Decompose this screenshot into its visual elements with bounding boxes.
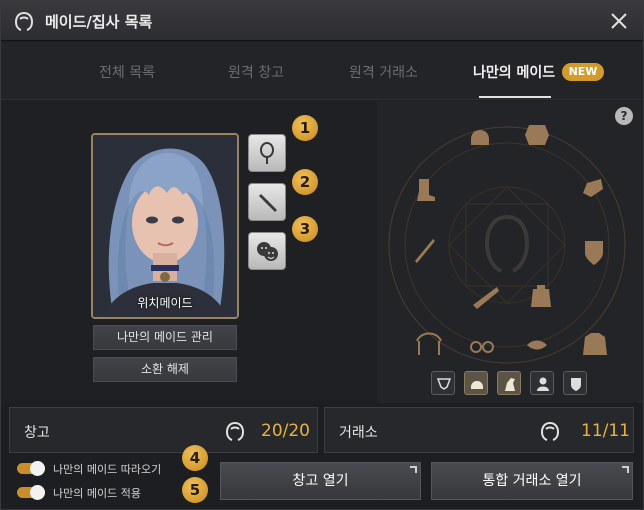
chest-armor-icon[interactable] [525,125,549,145]
window-title: 메이드/집사 목록 [45,13,153,31]
underwear-icon[interactable] [416,332,442,356]
underwear-filter-icon[interactable] [431,371,455,395]
emotion-button[interactable] [248,232,286,270]
title-bar[interactable]: 메이드/집사 목록 [1,1,643,41]
market-count: 11/11 [581,421,630,441]
maid-portrait-image [93,135,237,317]
hammer-icon [259,194,277,212]
maid-icon [540,422,560,441]
maid-list-window: 메이드/집사 목록 전체 목록 원격 창고 원격 거래소 나만의 메이드 NEW [0,0,644,510]
sword-icon[interactable] [415,239,435,263]
maid-icon [225,422,245,441]
armor-icon[interactable] [531,285,551,307]
tab-bar: 전체 목록 원격 창고 원격 거래소 나만의 메이드 NEW [1,42,643,100]
active-tab-indicator [479,96,551,98]
storage-box: 창고 20/20 [9,407,318,453]
badge-mirror: 1 [292,115,318,141]
open-market-button[interactable]: 통합 거래소 열기 [431,462,633,500]
boots-icon[interactable] [417,179,435,201]
mirror-button[interactable] [248,134,286,172]
main-panel: 위치메이드 나만의 메이드 관리 소환 해제 [1,101,643,403]
horse-filter-icon[interactable] [497,371,521,395]
follow-toggle-row: 나만의 메이드 따라오기 [17,461,187,477]
badge-hammer: 2 [292,169,318,195]
new-badge: NEW [562,63,604,81]
shield-icon[interactable] [585,241,603,265]
hammer-button[interactable] [248,183,286,221]
apply-toggle[interactable] [17,485,45,500]
storage-count: 20/20 [261,421,310,441]
maid-logo-icon [14,12,34,31]
market-label: 거래소 [339,425,378,441]
tab-remote-storage[interactable]: 원격 창고 [228,62,284,82]
tab-all-list[interactable]: 전체 목록 [99,62,155,82]
shield-filter-icon[interactable] [563,371,587,395]
open-market-label: 통합 거래소 열기 [482,473,582,489]
market-box: 거래소 11/11 [324,407,634,453]
maid-name: 위치메이드 [137,296,193,310]
lips-icon[interactable] [527,340,547,350]
toggle-knob [30,485,45,500]
external-icon [410,466,417,473]
badge-follow: 4 [182,445,208,471]
dagger-icon[interactable] [473,287,499,309]
gloves-icon[interactable] [583,179,603,197]
badge-emotion: 3 [292,216,318,242]
dismiss-summon-button[interactable]: 소환 해제 [93,357,237,382]
emotion-faces-icon [257,242,278,261]
storage-label: 창고 [24,425,50,441]
manage-maid-button[interactable]: 나만의 메이드 관리 [93,325,237,350]
apply-toggle-row: 나만의 메이드 적용 [17,485,187,501]
outfit-icon[interactable] [583,333,607,355]
follow-toggle-label: 나만의 메이드 따라오기 [53,463,162,476]
close-icon[interactable] [609,11,629,31]
external-icon [622,466,629,473]
badge-apply: 5 [182,477,208,503]
help-icon[interactable]: ? [615,107,633,125]
person-filter-icon[interactable] [530,371,554,395]
equipment-circle [388,125,626,364]
maid-portrait[interactable]: 위치메이드 [91,133,239,319]
helmet-filter-icon[interactable] [464,371,488,395]
equipment-panel [377,101,643,403]
tab-my-maid[interactable]: 나만의 메이드 [473,62,555,82]
open-storage-button[interactable]: 창고 열기 [220,462,421,500]
follow-toggle[interactable] [17,461,45,476]
tab-remote-market[interactable]: 원격 거래소 [349,62,418,82]
open-storage-label: 창고 열기 [292,473,349,489]
toggle-knob [30,461,45,476]
apply-toggle-label: 나만의 메이드 적용 [53,487,141,500]
mirror-icon [260,142,274,164]
